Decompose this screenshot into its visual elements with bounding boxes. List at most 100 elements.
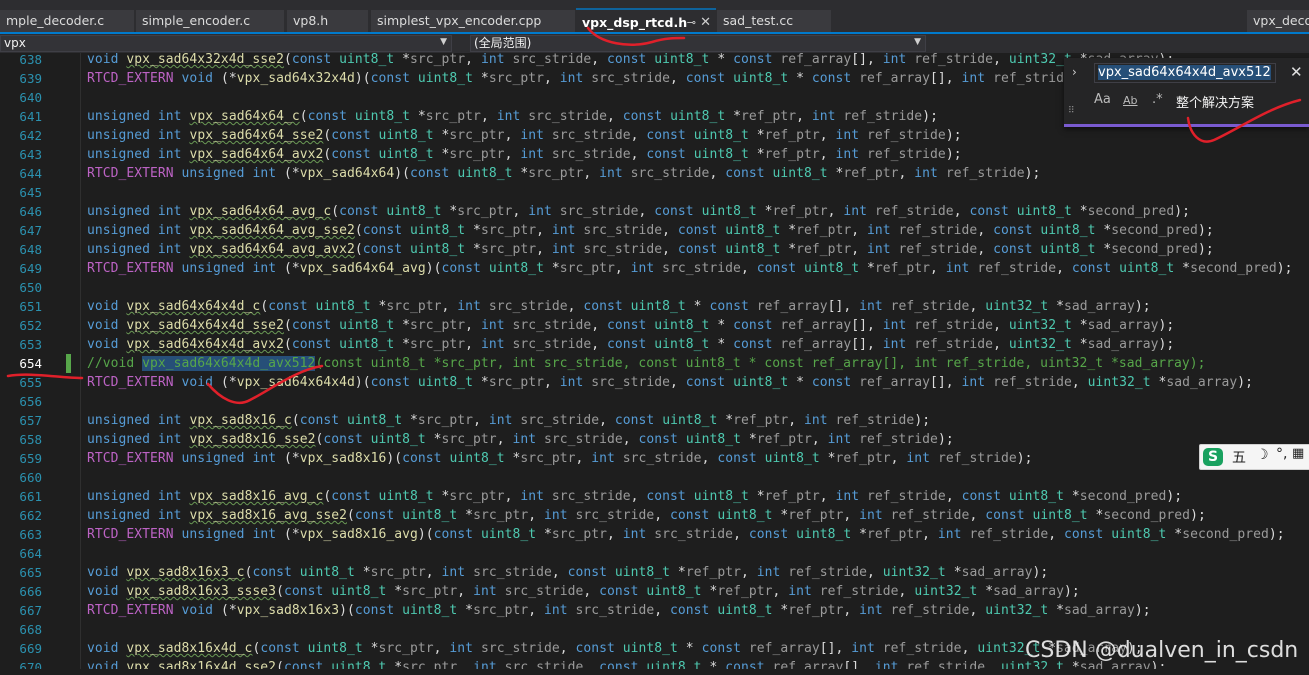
code-line[interactable]: 656 bbox=[0, 392, 1309, 411]
code-line[interactable]: 665 void vpx_sad8x16x3_c(const uint8_t *s… bbox=[0, 563, 1309, 582]
tab-label: vpx_deco bbox=[1253, 13, 1309, 28]
code-line[interactable]: 660 bbox=[0, 468, 1309, 487]
tab-vp8-h[interactable]: vp8.h bbox=[287, 10, 368, 32]
scope-value: (全局范围) bbox=[474, 36, 532, 50]
whole-word-button[interactable]: Ab bbox=[1123, 94, 1138, 107]
code-line[interactable]: 654 //void vpx_sad64x64x4d_avx512(const u… bbox=[0, 354, 1309, 373]
code-line[interactable]: 661 unsigned int vpx_sad8x16_avg_c(const … bbox=[0, 487, 1309, 506]
code-text: void vpx_sad8x16x3_ssse3(const uint8_t *… bbox=[87, 584, 1080, 599]
code-text: unsigned int vpx_sad8x16_sse2(const uint… bbox=[87, 432, 954, 447]
code-line[interactable]: 643 unsigned int vpx_sad64x64_avx2(const … bbox=[0, 145, 1309, 164]
code-text: void vpx_sad64x64x4d_c(const uint8_t *sr… bbox=[87, 299, 1151, 314]
code-text: void vpx_sad8x16x4d_c(const uint8_t *src… bbox=[87, 641, 1143, 656]
code-line[interactable]: 650 bbox=[0, 278, 1309, 297]
line-number: 663 bbox=[19, 527, 42, 542]
tab-simple-decoder[interactable]: mple_decoder.c bbox=[0, 10, 134, 32]
code-line[interactable]: 658 unsigned int vpx_sad8x16_sse2(const u… bbox=[0, 430, 1309, 449]
code-text: unsigned int vpx_sad64x64_avg_sse2(const… bbox=[87, 223, 1214, 238]
tab-vpx-dsp-rtcd[interactable]: vpx_dsp_rtcd.h ⊸ ✕ bbox=[576, 8, 716, 34]
search-scope-dropdown[interactable]: 整个解决方案 bbox=[1176, 92, 1254, 111]
code-line[interactable]: 649 RTCD_EXTERN unsigned int (*vpx_sad64x… bbox=[0, 259, 1309, 278]
code-line[interactable]: 652 void vpx_sad64x64x4d_sse2(const uint8… bbox=[0, 316, 1309, 335]
line-number: 646 bbox=[19, 204, 42, 219]
code-line[interactable]: 646 unsigned int vpx_sad64x64_avg_c(const… bbox=[0, 202, 1309, 221]
code-text: RTCD_EXTERN unsigned int (*vpx_sad8x16_a… bbox=[87, 527, 1285, 542]
line-number: 643 bbox=[19, 147, 42, 162]
keyboard-grid-icon[interactable]: ▦ bbox=[1292, 446, 1304, 461]
project-value: vpx bbox=[4, 36, 26, 50]
moon-icon[interactable]: ☽ bbox=[1256, 447, 1269, 463]
status-bar bbox=[0, 669, 1309, 675]
regex-button[interactable]: .* bbox=[1152, 92, 1163, 107]
code-text: void vpx_sad64x32x4d_sse2(const uint8_t … bbox=[87, 53, 1174, 67]
code-line[interactable]: 668 bbox=[0, 620, 1309, 639]
ime-mode[interactable]: 五 bbox=[1232, 447, 1246, 467]
code-text: //void vpx_sad64x64x4d_avx512(const uint… bbox=[87, 356, 1206, 371]
tab-label: simple_encoder.c bbox=[142, 13, 251, 28]
code-text: unsigned int vpx_sad8x16_c(const uint8_t… bbox=[87, 413, 931, 428]
tab-bar: mple_decoder.c simple_encoder.c vp8.h si… bbox=[0, 0, 1309, 34]
pin-icon[interactable]: ⊸ bbox=[687, 10, 696, 34]
code-line[interactable]: 664 bbox=[0, 544, 1309, 563]
code-text: unsigned int vpx_sad64x64_avg_c(const ui… bbox=[87, 204, 1191, 219]
tab-sad-test[interactable]: sad_test.cc bbox=[717, 10, 831, 32]
line-number: 644 bbox=[19, 166, 42, 181]
tab-label: vp8.h bbox=[293, 13, 329, 28]
line-number: 659 bbox=[19, 451, 42, 466]
code-line[interactable]: 659 RTCD_EXTERN unsigned int (*vpx_sad8x1… bbox=[0, 449, 1309, 468]
match-case-button[interactable]: Aa bbox=[1094, 92, 1111, 107]
line-number: 642 bbox=[19, 128, 42, 143]
tab-simple-encoder[interactable]: simple_encoder.c bbox=[136, 10, 284, 32]
code-line[interactable]: 644 RTCD_EXTERN unsigned int (*vpx_sad64x… bbox=[0, 164, 1309, 183]
code-line[interactable]: 651 void vpx_sad64x64x4d_c(const uint8_t … bbox=[0, 297, 1309, 316]
tab-vpx-decoder[interactable]: vpx_deco bbox=[1247, 10, 1309, 32]
line-number: 661 bbox=[19, 489, 42, 504]
code-text: RTCD_EXTERN unsigned int (*vpx_sad8x16)(… bbox=[87, 451, 1033, 466]
code-line[interactable]: 645 bbox=[0, 183, 1309, 202]
resize-grip-icon[interactable]: ⠿ bbox=[1068, 106, 1075, 116]
code-line[interactable]: 648 unsigned int vpx_sad64x64_avg_avx2(co… bbox=[0, 240, 1309, 259]
line-number: 650 bbox=[19, 280, 42, 295]
line-number: 648 bbox=[19, 242, 42, 257]
code-line[interactable]: 662 unsigned int vpx_sad8x16_avg_sse2(con… bbox=[0, 506, 1309, 525]
code-line[interactable]: 667 RTCD_EXTERN void (*vpx_sad8x16x3)(con… bbox=[0, 601, 1309, 620]
code-text: RTCD_EXTERN void (*vpx_sad64x64x4d)(cons… bbox=[87, 375, 1254, 390]
line-number: 666 bbox=[19, 584, 42, 599]
line-number: 668 bbox=[19, 622, 42, 637]
line-number: 649 bbox=[19, 261, 42, 276]
line-number: 647 bbox=[19, 223, 42, 238]
code-text: RTCD_EXTERN unsigned int (*vpx_sad64x64_… bbox=[87, 261, 1293, 276]
tab-label: mple_decoder.c bbox=[6, 13, 105, 28]
line-number: 652 bbox=[19, 318, 42, 333]
tab-label: simplest_vpx_encoder.cpp bbox=[377, 13, 542, 28]
code-text: void vpx_sad8x16x3_c(const uint8_t *src_… bbox=[87, 565, 1049, 580]
code-line[interactable]: 653 void vpx_sad64x64x4d_avx2(const uint8… bbox=[0, 335, 1309, 354]
code-line[interactable]: 642 unsigned int vpx_sad64x64_sse2(const … bbox=[0, 126, 1309, 145]
close-find-button[interactable]: ✕ bbox=[1290, 63, 1303, 81]
chevron-down-icon: ▼ bbox=[914, 37, 921, 47]
code-line[interactable]: 655 RTCD_EXTERN void (*vpx_sad64x64x4d)(c… bbox=[0, 373, 1309, 392]
watermark: CSDN @dualven_in_csdn bbox=[1025, 638, 1299, 663]
line-number: 654 bbox=[19, 356, 42, 371]
project-dropdown[interactable]: vpx ▼ bbox=[0, 35, 452, 52]
code-text: unsigned int vpx_sad8x16_avg_sse2(const … bbox=[87, 508, 1206, 523]
line-number: 651 bbox=[19, 299, 42, 314]
code-line[interactable]: 657 unsigned int vpx_sad8x16_c(const uint… bbox=[0, 411, 1309, 430]
line-number: 656 bbox=[19, 394, 42, 409]
tab-simplest-vpx-encoder[interactable]: simplest_vpx_encoder.cpp bbox=[371, 10, 575, 32]
code-line[interactable]: 647 unsigned int vpx_sad64x64_avg_sse2(co… bbox=[0, 221, 1309, 240]
line-number: 662 bbox=[19, 508, 42, 523]
punctuation-toggle[interactable]: °, bbox=[1276, 446, 1287, 462]
code-text: unsigned int vpx_sad64x64_avx2(const uin… bbox=[87, 147, 962, 162]
code-text: void vpx_sad64x64x4d_sse2(const uint8_t … bbox=[87, 318, 1175, 333]
code-editor[interactable]: 638 void vpx_sad64x32x4d_sse2(const uint8… bbox=[0, 53, 1309, 675]
code-line[interactable]: 663 RTCD_EXTERN unsigned int (*vpx_sad8x1… bbox=[0, 525, 1309, 544]
line-number: 667 bbox=[19, 603, 42, 618]
ime-toolbar[interactable]: S 五 ☽ °, ▦ bbox=[1199, 444, 1309, 470]
code-text: void vpx_sad64x64x4d_avx2(const uint8_t … bbox=[87, 337, 1175, 352]
expand-replace-icon[interactable]: › bbox=[1072, 65, 1077, 79]
close-icon[interactable]: ✕ bbox=[700, 10, 711, 34]
scope-dropdown[interactable]: (全局范围) ▼ bbox=[470, 35, 926, 52]
find-input[interactable]: vpx_sad64x64x4d_avx512 bbox=[1094, 63, 1276, 83]
code-line[interactable]: 666 void vpx_sad8x16x3_ssse3(const uint8_… bbox=[0, 582, 1309, 601]
